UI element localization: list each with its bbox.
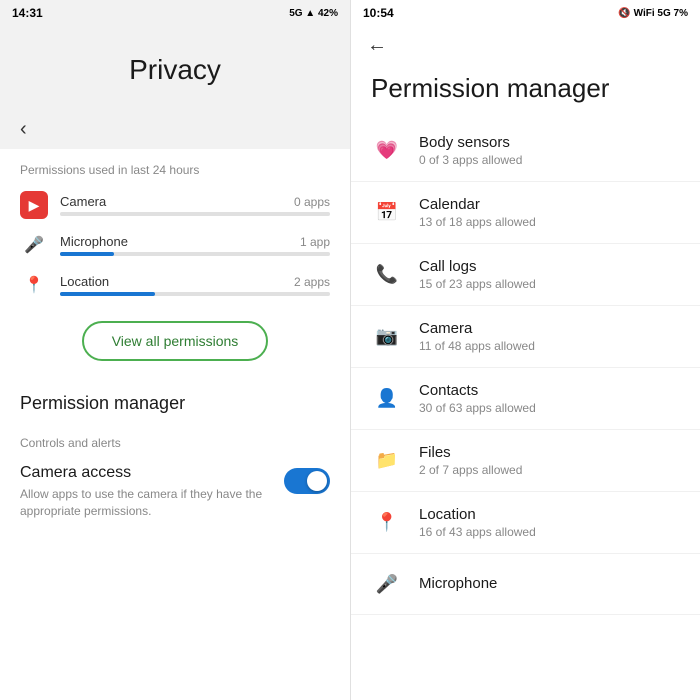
files-text: Files 2 of 7 apps allowed <box>419 444 680 477</box>
list-item-files[interactable]: 📁 Files 2 of 7 apps allowed <box>351 430 700 492</box>
location-perm-count: 2 apps <box>294 275 330 289</box>
permission-list: 💗 Body sensors 0 of 3 apps allowed 📅 Cal… <box>351 120 700 700</box>
camera-perm-count: 0 apps <box>294 195 330 209</box>
microphone-list-text: Microphone <box>419 575 680 594</box>
permission-manager-section: Permission manager <box>0 377 350 422</box>
mic-permission-row: 🎤 Microphone 1 app <box>0 225 350 265</box>
calendar-icon: 📅 <box>371 197 403 229</box>
calendar-text: Calendar 13 of 18 apps allowed <box>419 196 680 229</box>
calendar-sub: 13 of 18 apps allowed <box>419 215 680 229</box>
body-sensors-icon: 💗 <box>371 135 403 167</box>
mic-bar-track <box>60 252 330 256</box>
camera-list-icon: 📷 <box>371 321 403 353</box>
right-signal-icons: 🔇 WiFi 5G 7% <box>618 8 688 19</box>
list-item-call-logs[interactable]: 📞 Call logs 15 of 23 apps allowed <box>351 244 700 306</box>
files-icon: 📁 <box>371 445 403 477</box>
left-time: 14:31 <box>12 6 43 20</box>
list-item-contacts[interactable]: 👤 Contacts 30 of 63 apps allowed <box>351 368 700 430</box>
location-list-name: Location <box>419 506 680 523</box>
call-logs-icon: 📞 <box>371 259 403 291</box>
camera-icon: ▶ <box>20 191 48 219</box>
location-bar-fill <box>60 292 155 296</box>
camera-list-name: Camera <box>419 320 680 337</box>
camera-access-title: Camera access <box>20 464 272 482</box>
list-item-microphone[interactable]: 🎤 Microphone <box>351 554 700 615</box>
location-icon: 📍 <box>20 271 48 299</box>
camera-list-text: Camera 11 of 48 apps allowed <box>419 320 680 353</box>
left-status-icons: 5G ▲ 42% <box>289 8 338 19</box>
body-sensors-text: Body sensors 0 of 3 apps allowed <box>419 134 680 167</box>
contacts-icon: 👤 <box>371 383 403 415</box>
camera-access-toggle[interactable] <box>284 468 330 494</box>
right-status-bar: 10:54 🔇 WiFi 5G 7% <box>351 0 700 24</box>
contacts-name: Contacts <box>419 382 680 399</box>
calendar-name: Calendar <box>419 196 680 213</box>
list-item-location[interactable]: 📍 Location 16 of 43 apps allowed <box>351 492 700 554</box>
view-all-permissions-button[interactable]: View all permissions <box>82 321 269 361</box>
contacts-text: Contacts 30 of 63 apps allowed <box>419 382 680 415</box>
right-panel: 10:54 🔇 WiFi 5G 7% ← Permission manager … <box>350 0 700 700</box>
permission-manager-title: Permission manager <box>371 73 680 104</box>
call-logs-sub: 15 of 23 apps allowed <box>419 277 680 291</box>
files-name: Files <box>419 444 680 461</box>
left-panel: 14:31 5G ▲ 42% Privacy ‹ Permissions use… <box>0 0 350 700</box>
list-item-calendar[interactable]: 📅 Calendar 13 of 18 apps allowed <box>351 182 700 244</box>
camera-list-sub: 11 of 48 apps allowed <box>419 339 680 353</box>
camera-permission-row: ▶ Camera 0 apps <box>0 185 350 225</box>
camera-access-desc: Allow apps to use the camera if they hav… <box>20 486 272 520</box>
permissions-used-label: Permissions used in last 24 hours <box>0 149 350 185</box>
mic-perm-name: Microphone <box>60 234 128 249</box>
contacts-sub: 30 of 63 apps allowed <box>419 401 680 415</box>
location-perm-name: Location <box>60 274 109 289</box>
privacy-title-section: Privacy <box>0 24 350 106</box>
mic-icon: 🎤 <box>20 231 48 259</box>
files-sub: 2 of 7 apps allowed <box>419 463 680 477</box>
microphone-list-name: Microphone <box>419 575 680 592</box>
privacy-title: Privacy <box>20 54 330 86</box>
microphone-list-icon: 🎤 <box>371 568 403 600</box>
camera-access-row: Camera access Allow apps to use the came… <box>0 456 350 532</box>
mic-perm-count: 1 app <box>300 235 330 249</box>
camera-bar-section: Camera 0 apps <box>60 194 330 216</box>
list-item-body-sensors[interactable]: 💗 Body sensors 0 of 3 apps allowed <box>351 120 700 182</box>
right-status-icons: 🔇 WiFi 5G 7% <box>618 8 688 19</box>
body-sensors-sub: 0 of 3 apps allowed <box>419 153 680 167</box>
left-status-bar: 14:31 5G ▲ 42% <box>0 0 350 24</box>
right-time: 10:54 <box>363 6 394 20</box>
right-back-button[interactable]: ← <box>367 34 387 57</box>
view-all-btn-wrap: View all permissions <box>0 305 350 377</box>
location-list-sub: 16 of 43 apps allowed <box>419 525 680 539</box>
location-permission-row: 📍 Location 2 apps <box>0 265 350 305</box>
left-back-button[interactable]: ‹ <box>0 106 350 149</box>
call-logs-text: Call logs 15 of 23 apps allowed <box>419 258 680 291</box>
right-title-section: Permission manager <box>351 63 700 120</box>
location-list-text: Location 16 of 43 apps allowed <box>419 506 680 539</box>
camera-perm-name: Camera <box>60 194 106 209</box>
location-bar-track <box>60 292 330 296</box>
location-list-icon: 📍 <box>371 507 403 539</box>
body-sensors-name: Body sensors <box>419 134 680 151</box>
mic-bar-fill <box>60 252 114 256</box>
call-logs-name: Call logs <box>419 258 680 275</box>
list-item-camera[interactable]: 📷 Camera 11 of 48 apps allowed <box>351 306 700 368</box>
camera-bar-track <box>60 212 330 216</box>
location-bar-section: Location 2 apps <box>60 274 330 296</box>
left-signal-icons: 5G ▲ 42% <box>289 8 338 19</box>
right-header: ← <box>351 24 700 63</box>
camera-access-text: Camera access Allow apps to use the came… <box>20 464 272 520</box>
permission-manager-label: Permission manager <box>20 393 185 413</box>
mic-bar-section: Microphone 1 app <box>60 234 330 256</box>
left-content: Privacy ‹ Permissions used in last 24 ho… <box>0 24 350 700</box>
controls-label: Controls and alerts <box>0 422 350 456</box>
